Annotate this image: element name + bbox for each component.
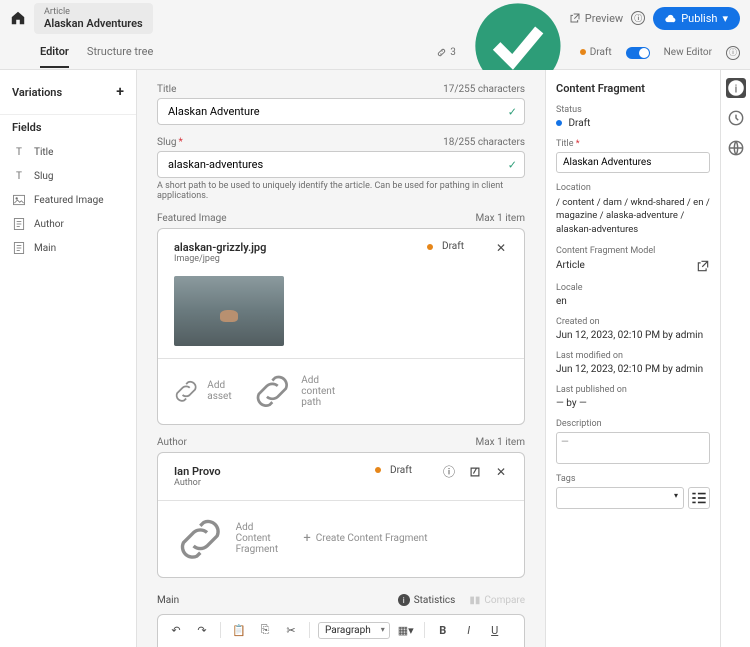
new-editor-label: New Editor	[664, 47, 712, 58]
statistics-button[interactable]: iStatistics	[398, 594, 456, 606]
add-variation-button[interactable]: +	[116, 84, 124, 100]
asset-filename: alaskan-grizzly.jpg	[174, 241, 415, 254]
text-icon: T	[12, 145, 26, 159]
title-input[interactable]	[157, 98, 525, 125]
tags-dropdown[interactable]: ▾	[556, 487, 684, 509]
add-content-path-button[interactable]: Add content path	[248, 367, 341, 416]
variations-header: Variations	[12, 86, 62, 99]
fragment-icon	[12, 217, 26, 231]
panel-title-input[interactable]	[556, 152, 710, 173]
table-button[interactable]: ▦▾	[396, 620, 416, 640]
undo-button[interactable]: ↶	[166, 620, 186, 640]
featured-label: Featured Image	[157, 213, 227, 224]
paragraph-dropdown[interactable]: Paragraph	[318, 622, 390, 639]
status-value: Draft	[556, 118, 710, 129]
info-icon[interactable]: ⓘ	[442, 465, 456, 479]
new-editor-toggle[interactable]	[626, 47, 650, 59]
check-icon: ✓	[508, 105, 517, 118]
field-title[interactable]: TTitle	[0, 140, 136, 164]
asset-mimetype: Image/jpeg	[174, 254, 415, 264]
bold-button[interactable]: B	[433, 620, 453, 640]
redo-button[interactable]: ↷	[192, 620, 212, 640]
slug-helper: A short path to be used to uniquely iden…	[157, 181, 525, 201]
tab-editor[interactable]: Editor	[40, 37, 69, 68]
author-card: Ian Provo Author Draft ⓘ ✕ Add Content F…	[157, 452, 525, 579]
rail-globe-icon[interactable]	[726, 138, 746, 158]
links-count[interactable]: 3	[436, 47, 456, 58]
main-editor: Title17/255 characters ✓ Slug*18/255 cha…	[137, 70, 545, 647]
description-input[interactable]: —	[556, 432, 710, 464]
tags-browse-button[interactable]	[688, 487, 710, 509]
cut-button[interactable]: ✂	[281, 620, 301, 640]
close-icon[interactable]: ✕	[494, 241, 508, 255]
slug-label: Slug	[157, 137, 177, 148]
add-content-fragment-button[interactable]: Add Content Fragment	[170, 509, 287, 570]
model-value: Article	[556, 260, 585, 271]
add-asset-button[interactable]: Add asset	[170, 367, 232, 416]
left-sidebar: Variations + Fields TTitle TSlug Feature…	[0, 70, 137, 647]
right-rail: i	[720, 70, 750, 647]
underline-button[interactable]: U	[485, 620, 505, 640]
location-value: / content / dam / wknd-shared / en / mag…	[556, 196, 710, 236]
field-main[interactable]: Main	[0, 236, 136, 260]
svg-text:i: i	[734, 82, 737, 95]
slug-counter: 18/255 characters	[443, 137, 525, 148]
modified-value: Jun 12, 2023, 02:10 PM by admin	[556, 364, 710, 375]
home-icon[interactable]	[10, 10, 26, 26]
author-max: Max 1 item	[476, 437, 526, 448]
fields-header: Fields	[0, 114, 136, 140]
compare-button: ▮▮ Compare	[469, 595, 525, 606]
open-icon[interactable]	[468, 465, 482, 479]
locale-value: en	[556, 296, 710, 307]
author-status: Draft	[375, 465, 412, 476]
image-icon	[12, 193, 26, 207]
copy-button[interactable]: ⎘	[255, 620, 275, 640]
check-icon: ✓	[508, 158, 517, 171]
breadcrumb-type: Article	[44, 7, 143, 17]
close-icon[interactable]: ✕	[494, 465, 508, 479]
author-name: Ian Provo	[174, 465, 363, 478]
fragment-icon	[12, 241, 26, 255]
properties-panel: Content Fragment Status Draft Title * Lo…	[545, 70, 720, 647]
field-author[interactable]: Author	[0, 212, 136, 236]
tab-structure[interactable]: Structure tree	[87, 37, 153, 68]
author-role: Author	[174, 478, 363, 488]
featured-max: Max 1 item	[476, 213, 526, 224]
draft-status: Draft	[580, 47, 612, 58]
published-value: — by —	[556, 398, 710, 409]
author-label: Author	[157, 437, 187, 448]
breadcrumb-title: Alaskan Adventures	[44, 17, 143, 30]
rail-info-icon[interactable]: i	[726, 78, 746, 98]
create-content-fragment-button[interactable]: +Create Content Fragment	[303, 509, 427, 570]
field-slug[interactable]: TSlug	[0, 164, 136, 188]
open-model-icon[interactable]	[696, 259, 710, 273]
slug-input[interactable]	[157, 151, 525, 178]
main-label: Main	[157, 595, 179, 606]
breadcrumb[interactable]: Article Alaskan Adventures	[34, 3, 153, 34]
field-featured-image[interactable]: Featured Image	[0, 188, 136, 212]
featured-image-card: alaskan-grizzly.jpg Image/jpeg Draft ✕ A…	[157, 228, 525, 425]
rail-history-icon[interactable]	[726, 108, 746, 128]
asset-status: Draft	[427, 241, 464, 252]
info-icon[interactable]: ⓘ	[726, 46, 740, 60]
title-counter: 17/255 characters	[443, 84, 525, 95]
paste-button[interactable]: 📋	[229, 620, 249, 640]
italic-button[interactable]: I	[459, 620, 479, 640]
created-value: Jun 12, 2023, 02:10 PM by admin	[556, 330, 710, 341]
title-label: Title	[157, 84, 176, 95]
panel-title: Content Fragment	[556, 82, 710, 95]
rich-text-editor: ↶ ↷ 📋 ⎘ ✂ Paragraph ▦▾ B I U ✎▾	[157, 614, 525, 647]
text-icon: T	[12, 169, 26, 183]
asset-thumbnail[interactable]	[174, 276, 284, 346]
